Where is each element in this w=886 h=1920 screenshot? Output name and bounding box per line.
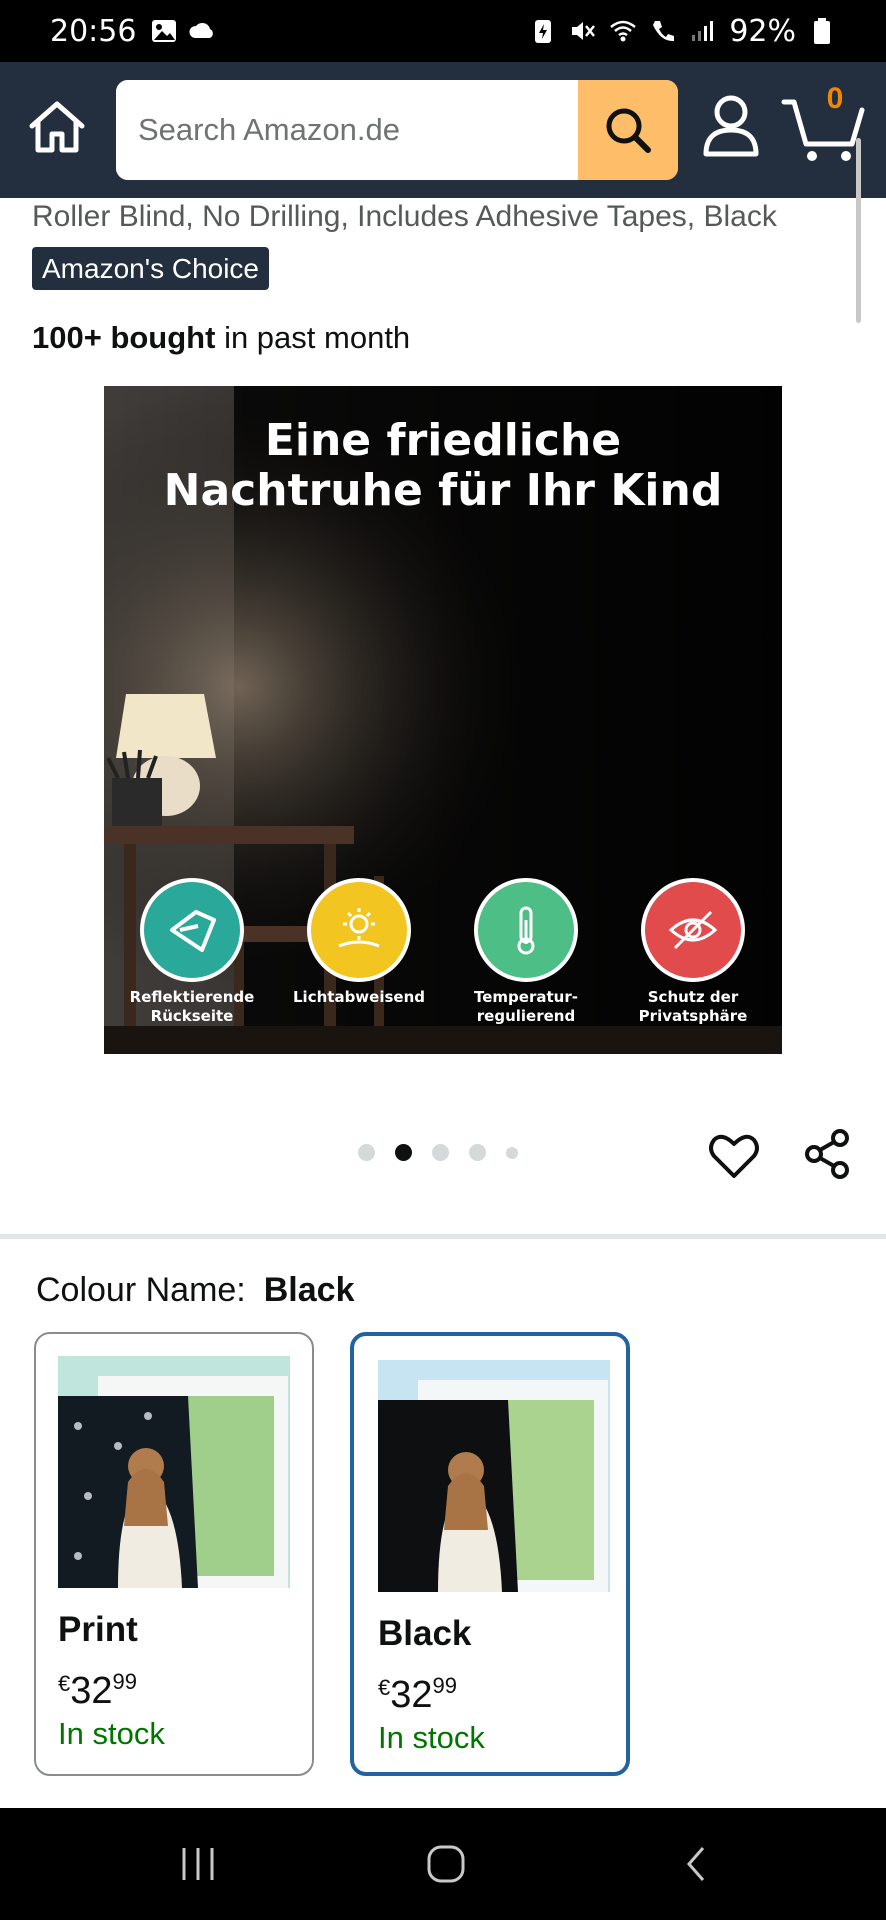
- thermometer-icon: [517, 906, 535, 955]
- section-divider: [0, 1234, 886, 1239]
- amazons-choice-badge[interactable]: Amazon's Choice: [32, 247, 269, 290]
- print-blind-thumbnail: [58, 1356, 290, 1588]
- search-bar: [116, 80, 678, 180]
- gallery-notification-icon: [152, 20, 177, 42]
- back-icon: [687, 1847, 705, 1881]
- carousel-dot[interactable]: [358, 1144, 375, 1161]
- top-header: 0: [0, 62, 886, 198]
- wifi-icon: [610, 20, 637, 42]
- carousel-dot[interactable]: [432, 1144, 449, 1161]
- cart-count: 0: [826, 82, 844, 115]
- variation-thumbnail: [378, 1360, 610, 1592]
- mute-icon: [572, 22, 596, 40]
- feature-privacy: Schutz der Privatsphäre: [618, 878, 768, 1026]
- selected-colour: Black: [263, 1271, 355, 1309]
- product-image[interactable]: Eine friedliche Nachtruhe für Ihr Kind R…: [104, 386, 782, 1054]
- search-button[interactable]: [578, 80, 678, 180]
- account-button[interactable]: [698, 92, 764, 162]
- wifi-calling-icon: [653, 21, 675, 42]
- back-button[interactable]: [666, 1838, 726, 1890]
- reflective-back-icon: [170, 910, 216, 952]
- add-to-wishlist-button[interactable]: [706, 1128, 762, 1184]
- battery-percent: 92%: [729, 13, 796, 49]
- battery-icon: [814, 18, 830, 44]
- home-button[interactable]: [26, 96, 88, 158]
- variation-stock-status: In stock: [378, 1720, 485, 1755]
- sun-block-icon: [338, 908, 380, 948]
- carousel-dot[interactable]: [506, 1146, 518, 1159]
- image-headline: Eine friedliche Nachtruhe für Ihr Kind: [163, 415, 723, 516]
- variation-stock-status: In stock: [58, 1716, 165, 1751]
- heart-icon: [709, 1134, 759, 1178]
- feature-temperature: Temperatur-regulierend: [451, 878, 601, 1026]
- product-title[interactable]: Roller Blind, No Drilling, Includes Adhe…: [32, 196, 862, 238]
- feature-light-blocking: Lichtabweisend: [284, 878, 434, 1007]
- battery-saver-icon: [535, 20, 552, 43]
- account-icon: [703, 95, 759, 157]
- home-icon: [29, 101, 85, 153]
- variation-name: Print: [58, 1610, 138, 1649]
- privacy-eye-off-icon: [668, 910, 718, 950]
- recent-apps-icon: [182, 1848, 214, 1880]
- cloud-icon: [189, 22, 214, 38]
- share-button[interactable]: [800, 1126, 856, 1182]
- variation-price: €3299: [58, 1669, 138, 1712]
- variation-price: €3299: [378, 1673, 458, 1716]
- variation-option-black[interactable]: Black €3299 In stock: [350, 1332, 630, 1776]
- status-bar: 20:56 92%: [0, 0, 886, 62]
- black-blind-thumbnail: [378, 1360, 610, 1592]
- system-navigation-bar: [0, 1808, 886, 1920]
- bought-in-past-month: 100+ bought in past month: [32, 320, 411, 355]
- carousel-dot-active[interactable]: [395, 1144, 412, 1161]
- feature-reflective: Reflektierende Rückseite: [117, 878, 267, 1026]
- recent-apps-button[interactable]: [168, 1838, 228, 1890]
- variation-thumbnail: [58, 1356, 290, 1588]
- home-nav-button[interactable]: [416, 1838, 476, 1890]
- variation-name: Black: [378, 1614, 472, 1653]
- signal-icon: [692, 21, 714, 41]
- variation-option-print[interactable]: Print €3299 In stock: [34, 1332, 314, 1776]
- status-time: 20:56: [50, 13, 137, 49]
- carousel-dot[interactable]: [469, 1144, 486, 1161]
- share-icon: [805, 1129, 849, 1179]
- home-nav-icon: [427, 1845, 465, 1883]
- search-input[interactable]: [116, 80, 578, 180]
- colour-name-label: Colour Name: Black: [36, 1271, 355, 1309]
- search-icon: [606, 108, 651, 153]
- image-carousel-dots: [358, 1144, 538, 1161]
